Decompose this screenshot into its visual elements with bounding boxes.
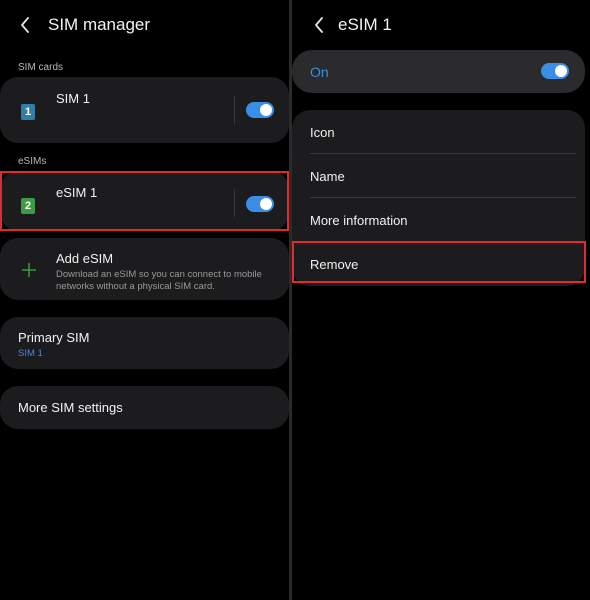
row-divider: [310, 197, 576, 198]
add-esim-title: Add eSIM: [56, 251, 114, 266]
screenshot-composite: SIM manager SIM cards SIM 1 1 eSIMs eSIM…: [0, 0, 590, 600]
menu-item-icon[interactable]: Icon: [310, 125, 335, 140]
esim1-title: eSIM 1: [56, 185, 98, 200]
on-label: On: [310, 64, 329, 80]
row-divider: [310, 153, 576, 154]
sim-manager-header: SIM manager: [14, 10, 150, 40]
menu-item-name[interactable]: Name: [310, 169, 345, 184]
esim-master-toggle[interactable]: [541, 63, 569, 79]
sim-card-1-icon: 1: [21, 104, 35, 120]
esim-2-icon: 2: [21, 198, 35, 214]
divider: [234, 189, 235, 217]
back-button[interactable]: [308, 12, 330, 38]
more-sim-settings-title: More SIM settings: [18, 400, 123, 415]
primary-sim-title: Primary SIM: [18, 330, 90, 345]
page-title: eSIM 1: [338, 15, 392, 34]
esim-detail-screen: eSIM 1 On Icon Name More information Rem…: [292, 0, 590, 600]
more-sim-settings-card[interactable]: More SIM settings: [0, 386, 289, 429]
menu-item-more-information[interactable]: More information: [310, 213, 408, 228]
esim1-toggle[interactable]: [246, 196, 274, 212]
row-divider: [310, 241, 576, 242]
primary-sim-card[interactable]: Primary SIM SIM 1: [0, 317, 289, 369]
esim-options-card: Icon Name More information Remove: [292, 110, 585, 286]
add-esim-card[interactable]: Add eSIM Download an eSIM so you can con…: [0, 238, 289, 300]
divider: [234, 96, 235, 124]
section-label-sim-cards: SIM cards: [18, 62, 64, 73]
page-title: SIM manager: [48, 15, 151, 34]
sim1-toggle[interactable]: [246, 102, 274, 118]
esim1-card[interactable]: eSIM 1 2: [0, 171, 289, 231]
sim1-card[interactable]: SIM 1 1: [0, 77, 289, 143]
esim-header: eSIM 1: [308, 10, 392, 40]
add-esim-description-line2: networks without a physical SIM card.: [56, 281, 215, 292]
esim-on-switch-bar[interactable]: On: [292, 50, 585, 93]
sim-manager-screen: SIM manager SIM cards SIM 1 1 eSIMs eSIM…: [0, 0, 289, 600]
chevron-left-icon: [21, 17, 29, 33]
sim1-title: SIM 1: [56, 91, 90, 106]
primary-sim-value: SIM 1: [18, 348, 43, 359]
chevron-left-icon: [315, 17, 323, 33]
back-button[interactable]: [14, 12, 36, 38]
add-esim-description-line1: Download an eSIM so you can connect to m…: [56, 269, 262, 280]
plus-icon: [22, 263, 36, 277]
section-label-esims: eSIMs: [18, 156, 47, 167]
menu-item-remove[interactable]: Remove: [310, 257, 358, 272]
